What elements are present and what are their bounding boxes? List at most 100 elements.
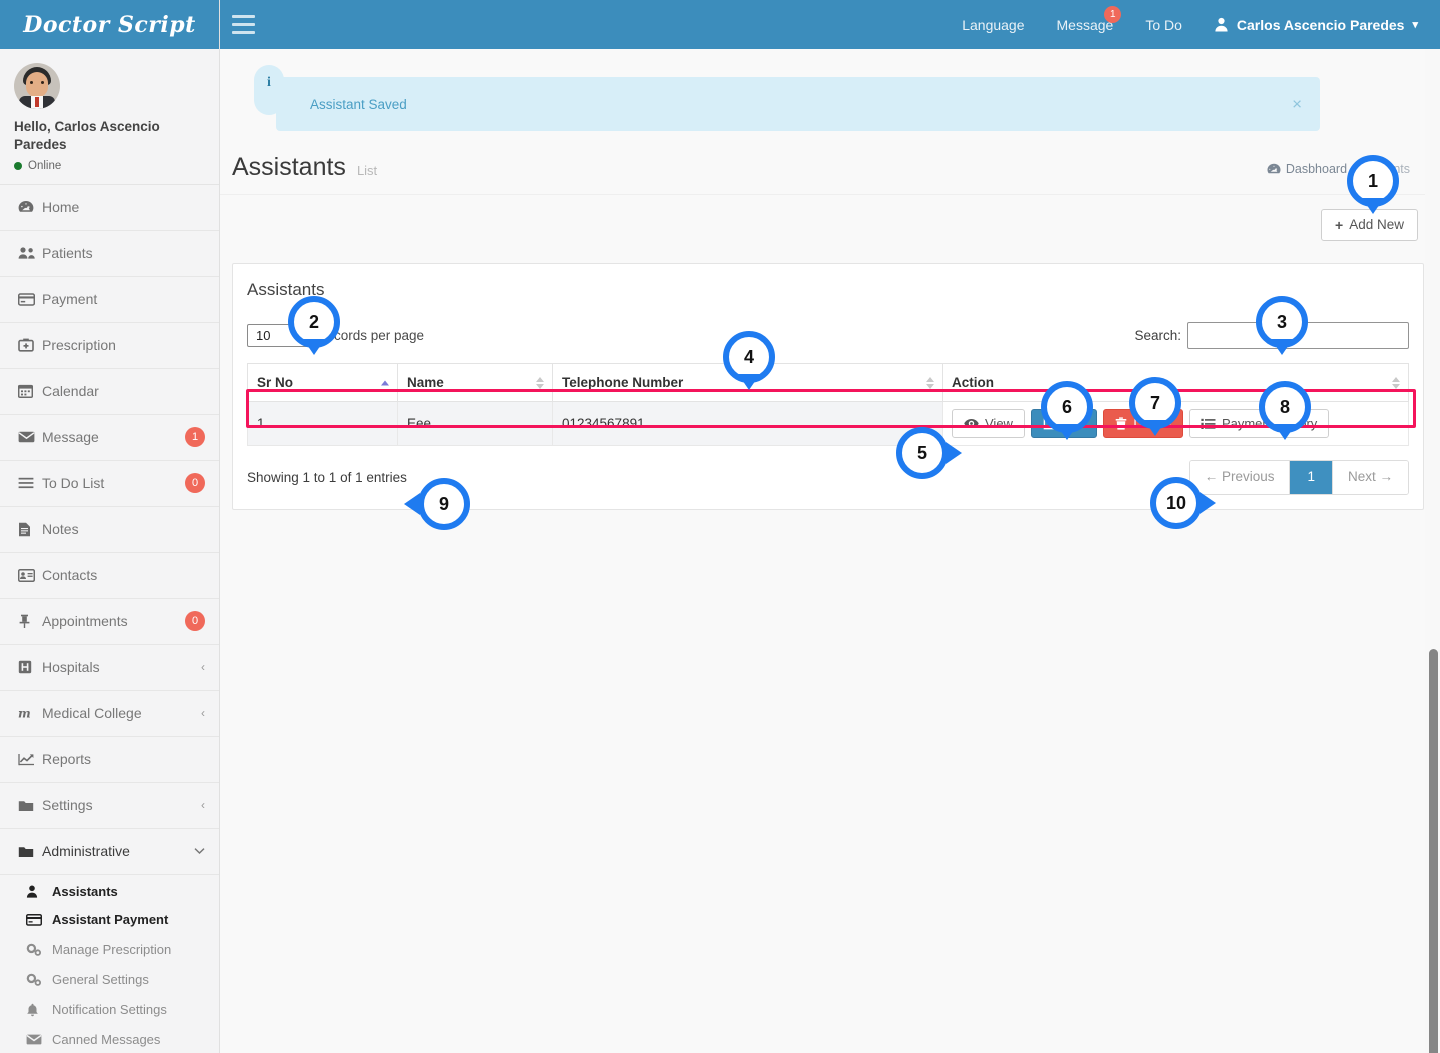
sidebar-item-assistants[interactable]: Assistants [0, 874, 219, 905]
pagination-page-1[interactable]: 1 [1290, 461, 1333, 494]
svg-text:m: m [18, 707, 31, 721]
credit-card-icon [18, 292, 42, 306]
topbar-item-message[interactable]: Message 1 [1041, 0, 1130, 49]
sidebar-item-notes[interactable]: Notes [0, 506, 219, 553]
add-new-button[interactable]: + Add New [1321, 209, 1418, 241]
search-input[interactable] [1187, 322, 1409, 349]
folder-icon [18, 799, 42, 812]
sidebar-item-hospitals[interactable]: Hospitals ‹ [0, 644, 219, 691]
sidebar-subitem-label: Assistants [52, 884, 118, 900]
sidebar-badge-appointments: 0 [185, 611, 205, 632]
sidebar-badge-message: 1 [185, 427, 205, 448]
column-label: Action [952, 375, 994, 390]
sidebar-item-canned-messages[interactable]: Canned Messages [0, 1024, 219, 1053]
table-footer: Showing 1 to 1 of 1 entries ← Previous 1… [247, 460, 1409, 495]
chevron-down-icon [194, 847, 205, 855]
sidebar-item-payment[interactable]: Payment [0, 276, 219, 323]
table-header-row: Sr No Name Telephone Number Action [247, 363, 1409, 402]
sidebar-item-label: Calendar [42, 383, 99, 400]
brand-logo-text: Doctor Script [23, 11, 196, 38]
trash-icon [1115, 417, 1127, 430]
sidebar-item-label: Payment [42, 291, 98, 308]
delete-button[interactable]: Delete [1103, 409, 1183, 438]
search-group: Search: [1134, 322, 1409, 349]
sidebar-item-appointments[interactable]: Appointments 0 [0, 598, 219, 645]
topbar: Language Message 1 To Do Carlos Ascencio… [220, 0, 1440, 49]
avatar [14, 63, 60, 109]
sidebar-item-medical-college[interactable]: m Medical College ‹ [0, 690, 219, 737]
cell-telephone: 01234567891 [552, 401, 943, 446]
scrollbar-thumb[interactable] [1429, 649, 1438, 1053]
sort-arrows-asc-icon [381, 380, 389, 385]
breadcrumb-dashboard[interactable]: Dasbhoard [1267, 162, 1347, 176]
sidebar-item-calendar[interactable]: Calendar [0, 368, 219, 415]
showing-entries-info: Showing 1 to 1 of 1 entries [247, 469, 407, 485]
column-header-action[interactable]: Action [942, 363, 1409, 402]
credit-card-icon [26, 913, 52, 926]
hamburger-icon[interactable] [220, 0, 266, 49]
view-button[interactable]: View [952, 409, 1025, 438]
assistants-card: Assistants 10 25 50 100 records per page… [232, 263, 1424, 510]
info-icon: i [254, 65, 284, 115]
sidebar-status: Online [14, 160, 207, 172]
sidebar-item-manage-prescription[interactable]: Manage Prescription [0, 934, 219, 965]
table-body: 1 Eee 01234567891 View Edit Delete Payme… [247, 401, 1409, 446]
vertical-scrollbar[interactable] [1425, 49, 1440, 1053]
sidebar-subitem-label: Manage Prescription [52, 942, 172, 958]
column-header-telephone-number[interactable]: Telephone Number [552, 363, 943, 402]
records-per-page-select[interactable]: 10 25 50 100 [247, 324, 315, 347]
sort-arrows-icon [536, 376, 544, 389]
sidebar-item-prescription[interactable]: Prescription [0, 322, 219, 369]
pencil-square-icon [1043, 417, 1057, 430]
alert-container: i Assistant Saved × [220, 49, 1440, 131]
sidebar-item-settings[interactable]: Settings ‹ [0, 782, 219, 829]
breadcrumb-current: Assistants [1353, 162, 1410, 176]
bell-icon [26, 1003, 52, 1017]
sidebar-item-assistant-payment[interactable]: Assistant Payment [0, 904, 219, 935]
topbar-user-menu[interactable]: Carlos Ascencio Paredes ▾ [1198, 0, 1440, 49]
cell-sr-no: 1 [247, 401, 398, 446]
records-per-page-group: 10 25 50 100 records per page [247, 324, 424, 347]
column-header-sr-no[interactable]: Sr No [247, 363, 398, 402]
envelope-icon [18, 431, 42, 443]
sidebar-item-notification-settings[interactable]: Notification Settings [0, 994, 219, 1025]
sidebar-item-reports[interactable]: Reports [0, 736, 219, 783]
column-header-name[interactable]: Name [397, 363, 553, 402]
payment-history-button[interactable]: Payment History [1188, 409, 1330, 438]
file-text-icon [18, 522, 42, 537]
chevron-left-icon: ‹ [201, 660, 205, 675]
topbar-message-badge: 1 [1104, 6, 1122, 23]
sidebar-item-label: Hospitals [42, 659, 100, 676]
cogs-icon [26, 943, 52, 956]
sidebar-item-home[interactable]: Home [0, 184, 219, 231]
sidebar-item-contacts[interactable]: Contacts [0, 552, 219, 599]
sidebar-item-todo-list[interactable]: To Do List 0 [0, 460, 219, 507]
sidebar: Doctor Script Hello, Carlos Ascencio Par… [0, 0, 220, 1053]
edit-label: Edit [1062, 416, 1086, 431]
add-new-row: + Add New [220, 195, 1440, 241]
chart-line-icon [18, 753, 42, 766]
page-title: Assistants [232, 153, 346, 181]
medkit-icon [18, 338, 42, 352]
add-new-label: Add New [1349, 217, 1404, 233]
sidebar-item-message[interactable]: Message 1 [0, 414, 219, 461]
eye-icon [964, 418, 979, 429]
sidebar-item-patients[interactable]: Patients [0, 230, 219, 277]
edit-button[interactable]: Edit [1030, 409, 1098, 438]
sidebar-user-panel: Hello, Carlos Ascencio Paredes Online [0, 49, 219, 185]
sidebar-item-label: Contacts [42, 567, 98, 584]
sidebar-item-label: Message [42, 429, 99, 446]
sidebar-item-label: Notes [42, 521, 79, 538]
close-icon[interactable]: × [1292, 96, 1302, 113]
calendar-icon [18, 384, 42, 399]
sidebar-item-general-settings[interactable]: General Settings [0, 964, 219, 995]
pagination-next[interactable]: Next → [1332, 461, 1408, 494]
pagination-previous[interactable]: ← Previous [1189, 461, 1291, 494]
brand-header[interactable]: Doctor Script [0, 0, 219, 49]
topbar-item-language[interactable]: Language [946, 0, 1040, 49]
topbar-item-todo[interactable]: To Do [1129, 0, 1198, 49]
sidebar-item-administrative[interactable]: Administrative [0, 828, 219, 875]
table-row: 1 Eee 01234567891 View Edit Delete Payme… [247, 401, 1409, 446]
sidebar-subitem-label: General Settings [52, 972, 149, 988]
sidebar-subitem-label: Assistant Payment [52, 912, 169, 928]
